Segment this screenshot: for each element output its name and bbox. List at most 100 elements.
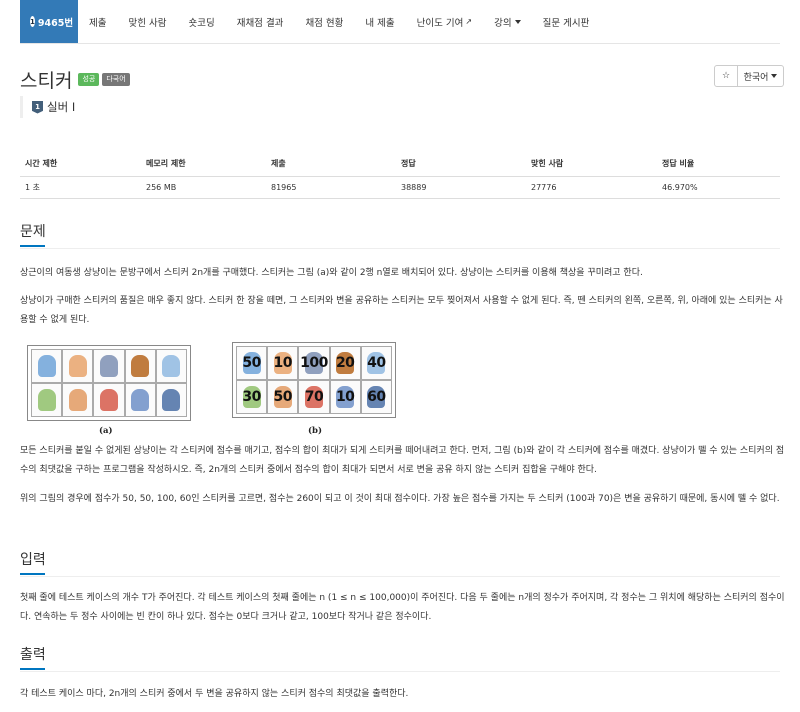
nav-solved-users[interactable]: 맞힌 사람	[117, 0, 177, 43]
success-label: 성공	[78, 73, 100, 86]
header-accept-ratio: 정답 비율	[657, 152, 780, 177]
sticker-cell: 10	[329, 380, 361, 414]
sticker-cell: 60	[360, 380, 392, 414]
figure-b-frame: 50 10 100 20 40 30 50 70 10 60	[232, 342, 396, 418]
nav-submit[interactable]: 제출	[78, 0, 117, 43]
value-accept-ratio: 46.970%	[657, 176, 780, 199]
sticker-score: 60	[367, 389, 386, 405]
sticker-cell	[155, 349, 187, 383]
external-link-icon: ↗	[465, 17, 473, 26]
sticker-score: 10	[335, 389, 355, 405]
value-solved-users: 27776	[526, 176, 657, 199]
caret-down-icon	[514, 19, 521, 24]
sticker-score: 70	[304, 389, 324, 405]
sticker-image	[131, 389, 150, 411]
sticker-cell	[155, 383, 187, 417]
sticker-cell: 50	[267, 380, 299, 414]
sticker-cell	[124, 349, 156, 383]
sticker-score: 50	[242, 355, 261, 371]
star-icon: ☆	[721, 71, 731, 81]
sticker-score: 40	[367, 355, 386, 371]
nav-problem-id-label: 9465번	[37, 17, 74, 29]
sticker-score: 30	[242, 389, 261, 405]
tier-info: 1 실버 I	[20, 96, 75, 118]
problem-paragraph-1: 상근이의 여동생 상냥이는 문방구에서 스티커 2n개를 구매했다. 스티커는 …	[20, 268, 643, 278]
sticker-cell	[93, 383, 125, 417]
section-divider	[20, 576, 780, 577]
nav-lectures[interactable]: 강의	[483, 0, 531, 43]
section-input-title: 입력	[20, 549, 46, 575]
page-title: 스티커	[20, 70, 73, 92]
output-paragraph: 각 테스트 케이스 마다, 2n개의 스티커 중에서 두 변을 공유하지 않는 …	[20, 689, 409, 699]
language-value: 한국어	[743, 72, 769, 83]
sticker-cell	[124, 383, 156, 417]
sticker-grid-b: 50 10 100 20 40 30 50 70 10 60	[236, 346, 392, 414]
sticker-cell: 10	[267, 346, 299, 380]
section-divider	[20, 248, 780, 249]
value-accepted: 38889	[396, 176, 526, 199]
nav-status[interactable]: 채점 현황	[294, 0, 354, 43]
header-submissions: 제출	[266, 152, 396, 177]
nav-difficulty[interactable]: 난이도 기여 ↗	[406, 0, 483, 43]
sticker-cell: 30	[236, 380, 268, 414]
figure-a-caption: (a)	[99, 426, 113, 436]
problem-paragraph-2: 상냥이가 구매한 스티커의 품질은 매우 좋지 않다. 스티커 한 장을 떼면,…	[20, 296, 783, 325]
sticker-cell: 100	[298, 346, 330, 380]
sticker-cell	[62, 383, 94, 417]
sticker-cell	[31, 383, 63, 417]
stats-value-row: 1 초 256 MB 81965 38889 27776 46.970%	[20, 176, 780, 199]
caret-down-icon	[771, 74, 778, 78]
tier-label: 실버 I	[47, 100, 76, 114]
nav-lectures-label: 강의	[494, 17, 512, 29]
nav-problem-id[interactable]: 1 9465번	[20, 0, 78, 43]
title-row: 스티커 성공 다국어	[20, 66, 130, 93]
figure-b: 50 10 100 20 40 30 50 70 10 60 (b)	[228, 342, 400, 437]
nav-qna-board[interactable]: 질문 게시판	[532, 0, 601, 43]
sticker-cell: 70	[298, 380, 330, 414]
favorite-star-button[interactable]: ☆	[714, 65, 738, 87]
sticker-score: 10	[273, 355, 293, 371]
sticker-image	[37, 389, 56, 411]
header-accepted: 정답	[396, 152, 526, 177]
sticker-score: 50	[273, 389, 293, 405]
sticker-image	[68, 355, 87, 377]
nav-difficulty-label: 난이도 기여	[416, 17, 464, 29]
problem-paragraph-3: 모든 스티커를 붙일 수 없게된 상냥이는 각 스티커에 점수를 매기고, 점수…	[20, 446, 785, 475]
sticker-image	[99, 355, 118, 377]
figure-a: (a)	[20, 342, 195, 437]
nav-short-coding[interactable]: 숏코딩	[177, 0, 225, 43]
language-select[interactable]: 한국어	[738, 65, 784, 87]
section-divider	[20, 671, 780, 672]
sticker-image	[99, 389, 118, 411]
header-memory-limit: 메모리 제한	[141, 152, 266, 177]
sticker-image	[37, 355, 56, 377]
figure-b-caption: (b)	[308, 426, 322, 436]
problem-stats-table: 시간 제한 메모리 제한 제출 정답 맞힌 사람 정답 비율 1 초 256 M…	[20, 152, 780, 199]
nav-my-submissions[interactable]: 내 제출	[354, 0, 405, 43]
stats-header-row: 시간 제한 메모리 제한 제출 정답 맞힌 사람 정답 비율	[20, 152, 780, 177]
sticker-image	[162, 355, 181, 377]
tier-badge-icon: 1	[30, 16, 35, 27]
nav-rejudge[interactable]: 재채점 결과	[226, 0, 295, 43]
header-time-limit: 시간 제한	[20, 152, 141, 177]
figure-a-frame	[27, 345, 191, 421]
title-tools: ☆ 한국어	[714, 65, 784, 87]
multilingual-label: 다국어	[102, 73, 130, 86]
sticker-image	[68, 389, 87, 411]
sticker-score: 20	[335, 355, 355, 371]
sticker-cell	[93, 349, 125, 383]
sticker-cell: 50	[236, 346, 268, 380]
value-submissions: 81965	[266, 176, 396, 199]
sticker-image	[162, 389, 181, 411]
top-nav: 1 9465번 제출 맞힌 사람 숏코딩 재채점 결과 채점 현황 내 제출 난…	[20, 0, 780, 44]
value-time-limit: 1 초	[20, 176, 141, 199]
sticker-image	[131, 355, 150, 377]
header-solved-users: 맞힌 사람	[526, 152, 657, 177]
problem-paragraph-4: 위의 그림의 경우에 점수가 50, 50, 100, 60인 스티커를 고르면…	[20, 494, 780, 504]
sticker-cell	[62, 349, 94, 383]
sticker-grid-a	[31, 349, 187, 417]
input-paragraph: 첫째 줄에 테스트 케이스의 개수 T가 주어진다. 각 테스트 케이스의 첫째…	[20, 593, 785, 622]
value-memory-limit: 256 MB	[141, 176, 266, 199]
section-problem-title: 문제	[20, 221, 46, 247]
section-output-title: 출력	[20, 644, 46, 670]
